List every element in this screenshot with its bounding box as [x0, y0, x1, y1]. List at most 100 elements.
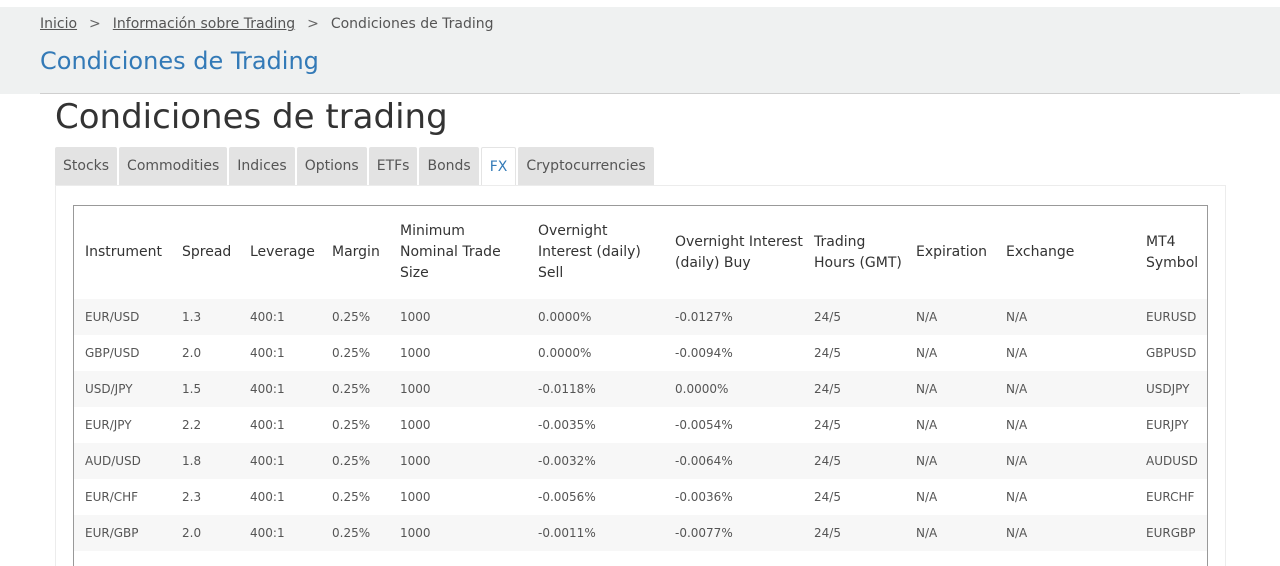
table-cell: N/A	[995, 407, 1135, 443]
table-cell: GBPUSD	[1135, 335, 1207, 371]
table-cell: EUR/GBP	[74, 515, 171, 551]
table-cell: -0.0054%	[664, 407, 803, 443]
table-cell: 1000	[389, 479, 527, 515]
column-header: Overnight Interest (daily) Buy	[675, 233, 803, 271]
table-row: EUR/JPY 2.2 400:1 0.25% 1000 -0.0035% -0.0054%…	[74, 407, 1207, 443]
table-cell: N/A	[995, 479, 1135, 515]
table-cell: -0.0118%	[527, 371, 664, 407]
table-cell: N/A	[905, 443, 995, 479]
table-cell: -0.0032%	[527, 443, 664, 479]
table-cell: N/A	[995, 515, 1135, 551]
table-cell: EURGBP	[1135, 515, 1207, 551]
table-header-row: Instrument Spread Leverage Margin Minimu…	[74, 206, 1207, 299]
table-cell: EUR/USD	[74, 299, 171, 335]
table-cell: 24/5	[803, 479, 905, 515]
table-cell: 1.5	[171, 371, 239, 407]
trading-conditions-table: Instrument Spread Leverage Margin Minimu…	[74, 206, 1207, 551]
breadcrumb-separator: >	[307, 16, 319, 32]
table-cell: 400:1	[239, 515, 321, 551]
table-row: EUR/USD 1.3 400:1 0.25% 1000 0.0000% -0.0127% 2…	[74, 299, 1207, 335]
table-cell: N/A	[905, 335, 995, 371]
table-cell: -0.0077%	[664, 515, 803, 551]
breadcrumb-separator: >	[89, 16, 101, 32]
breadcrumb-link-home[interactable]: Inicio	[40, 16, 77, 32]
table-cell: N/A	[995, 299, 1135, 335]
table-cell: GBP/USD	[74, 335, 171, 371]
table-row: AUD/USD 1.8 400:1 0.25% 1000 -0.0032% -0.0064%…	[74, 443, 1207, 479]
column-header: Margin	[332, 244, 380, 260]
column-header: Exchange	[1006, 244, 1075, 260]
table-cell: 2.3	[171, 479, 239, 515]
tab-bonds[interactable]: Bonds	[419, 147, 479, 185]
table-cell: -0.0035%	[527, 407, 664, 443]
table-cell: 1000	[389, 407, 527, 443]
table-cell: 400:1	[239, 335, 321, 371]
tab-stocks[interactable]: Stocks	[55, 147, 118, 185]
header-divider	[40, 93, 1240, 94]
table-cell: -0.0011%	[527, 515, 664, 551]
table-cell: EURJPY	[1135, 407, 1207, 443]
tab-options[interactable]: Options	[296, 147, 367, 185]
table-cell: 24/5	[803, 443, 905, 479]
table-cell: 400:1	[239, 299, 321, 335]
table-cell: N/A	[995, 443, 1135, 479]
column-header: Spread	[182, 244, 232, 260]
table-cell: 1000	[389, 371, 527, 407]
breadcrumb-link-trading-info[interactable]: Información sobre Trading	[113, 16, 295, 32]
table-cell: 0.25%	[321, 371, 389, 407]
table-cell: 0.0000%	[664, 371, 803, 407]
table-cell: -0.0127%	[664, 299, 803, 335]
table-body: EUR/USD 1.3 400:1 0.25% 1000 0.0000% -0.0127% 2…	[74, 299, 1207, 551]
table-cell: 1.3	[171, 299, 239, 335]
table-cell: EUR/JPY	[74, 407, 171, 443]
table-cell: N/A	[905, 407, 995, 443]
tab-fx[interactable]: FX	[480, 147, 517, 187]
table-cell: 0.25%	[321, 407, 389, 443]
table-cell: USD/JPY	[74, 371, 171, 407]
table-cell: 0.25%	[321, 299, 389, 335]
table-cell: N/A	[905, 371, 995, 407]
table-cell: AUD/USD	[74, 443, 171, 479]
table-cell: 24/5	[803, 515, 905, 551]
table-cell: AUDUSD	[1135, 443, 1207, 479]
table-cell: 400:1	[239, 371, 321, 407]
table-row: USD/JPY 1.5 400:1 0.25% 1000 -0.0118% 0.0000% 2…	[74, 371, 1207, 407]
table-cell: 400:1	[239, 479, 321, 515]
table-row: EUR/CHF 2.3 400:1 0.25% 1000 -0.0056% -0.0036%…	[74, 479, 1207, 515]
table-cell: 24/5	[803, 335, 905, 371]
tab-cryptocurrencies[interactable]: Cryptocurrencies	[518, 147, 654, 185]
table-cell: 0.25%	[321, 443, 389, 479]
table-cell: 400:1	[239, 443, 321, 479]
table-cell: 1000	[389, 443, 527, 479]
column-header: Expiration	[916, 244, 988, 260]
column-header: Minimum Nominal Trade Size	[400, 223, 501, 281]
column-header: Instrument	[85, 244, 163, 260]
table-cell: EURUSD	[1135, 299, 1207, 335]
table-cell: 24/5	[803, 371, 905, 407]
column-header: Overnight Interest (daily) Sell	[538, 223, 641, 281]
tab-etfs[interactable]: ETFs	[368, 147, 418, 185]
table-cell: -0.0056%	[527, 479, 664, 515]
tab-commodities[interactable]: Commodities	[119, 147, 228, 185]
table-cell: -0.0064%	[664, 443, 803, 479]
page-heading: Condiciones de Trading	[40, 47, 319, 75]
table-cell: 1000	[389, 515, 527, 551]
tab-indices[interactable]: Indices	[229, 147, 295, 185]
trading-conditions-table-wrap: Instrument Spread Leverage Margin Minimu…	[73, 205, 1208, 566]
instrument-tabs: Stocks Commodities Indices Options ETFs …	[55, 147, 654, 187]
table-cell: N/A	[995, 371, 1135, 407]
table-cell: 0.0000%	[527, 299, 664, 335]
table-cell: 0.25%	[321, 479, 389, 515]
table-row: GBP/USD 2.0 400:1 0.25% 1000 0.0000% -0.0094% 2…	[74, 335, 1207, 371]
table-cell: 1000	[389, 299, 527, 335]
table-cell: 0.0000%	[527, 335, 664, 371]
table-cell: 2.2	[171, 407, 239, 443]
table-cell: -0.0094%	[664, 335, 803, 371]
table-cell: 0.25%	[321, 335, 389, 371]
table-cell: EUR/CHF	[74, 479, 171, 515]
table-cell: 2.0	[171, 515, 239, 551]
table-cell: N/A	[905, 515, 995, 551]
table-cell: 24/5	[803, 299, 905, 335]
table-cell: -0.0036%	[664, 479, 803, 515]
table-cell: 0.25%	[321, 515, 389, 551]
